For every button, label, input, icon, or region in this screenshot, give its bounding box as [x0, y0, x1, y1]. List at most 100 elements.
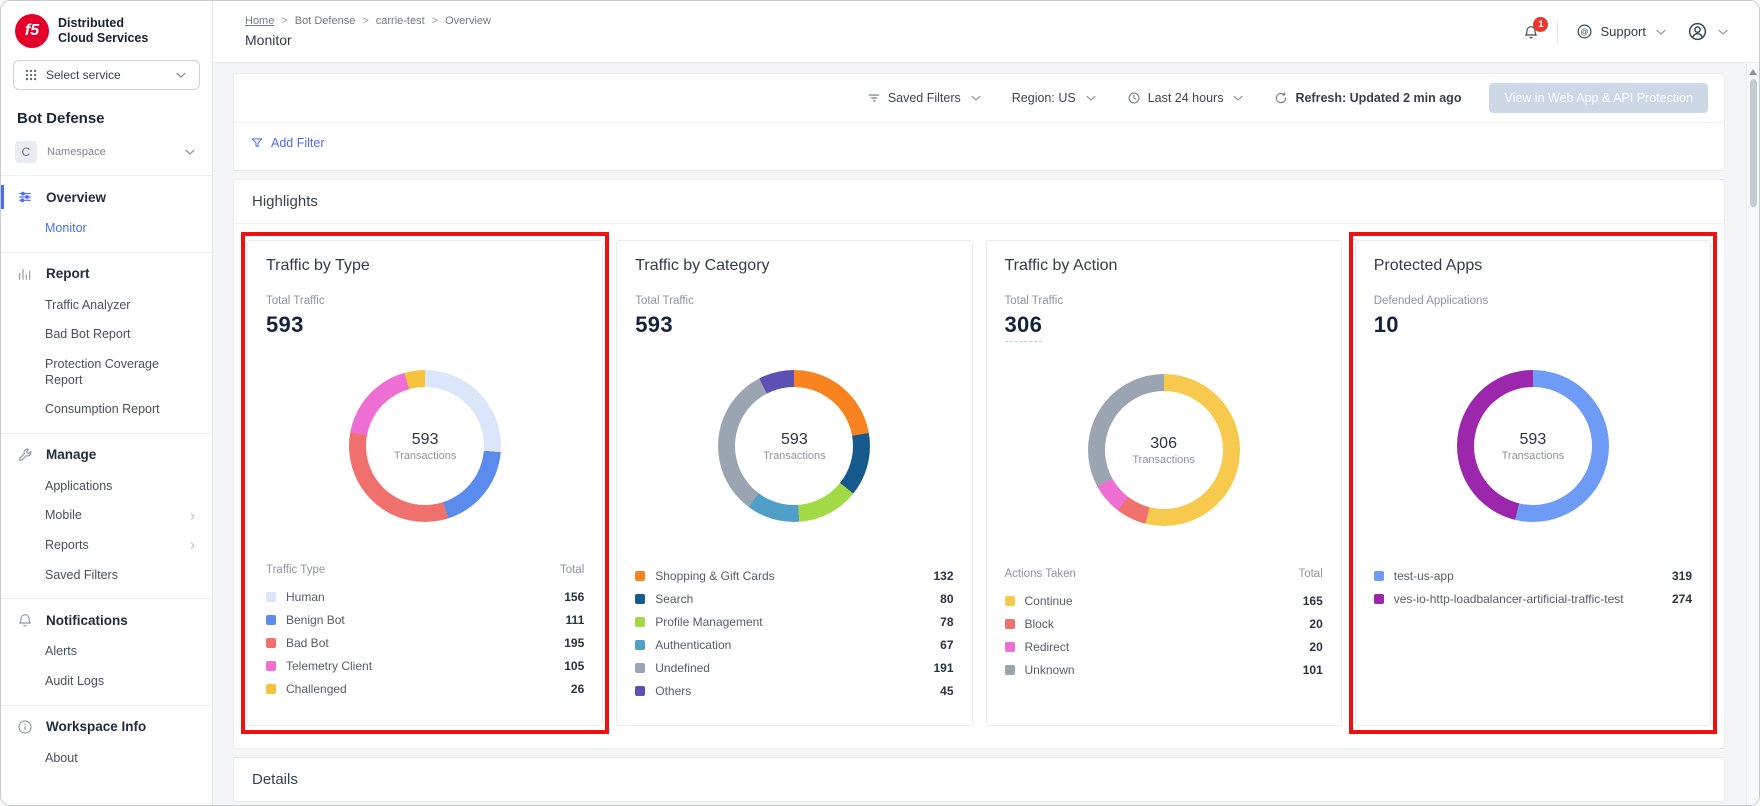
breadcrumb-item[interactable]: Bot Defense [295, 15, 356, 27]
sidebar-item-monitor[interactable]: Monitor [1, 214, 212, 244]
sidebar-item-protection-coverage-report[interactable]: Protection Coverage Report [1, 350, 212, 395]
main-area: Home>Bot Defense>carrie-test>Overview Mo… [213, 1, 1759, 805]
chevron-down-icon [1653, 24, 1669, 40]
report-icon [17, 266, 33, 282]
chevron-down-icon [1715, 24, 1731, 40]
sidebar-item-alerts[interactable]: Alerts [1, 637, 212, 667]
legend-swatch [635, 571, 645, 581]
legend-item: Undefined191 [635, 656, 953, 679]
nav-item-label: Traffic Analyzer [45, 298, 130, 314]
namespace-selector[interactable]: C Namespace [1, 139, 212, 175]
active-indicator [1, 185, 4, 209]
legend-label: Shopping & Gift Cards [655, 569, 923, 583]
sidebar-item-overview[interactable]: Overview [1, 180, 212, 214]
sidebar-item-applications[interactable]: Applications [1, 472, 212, 502]
saved-filters-dropdown[interactable]: Saved Filters [867, 90, 984, 106]
nav-section: Notifications Alerts Audit Logs [1, 598, 212, 704]
legend-swatch [266, 661, 276, 671]
nav-item-label: Bad Bot Report [45, 327, 130, 343]
legend-item: Telemetry Client105 [266, 654, 584, 677]
sidebar-item-manage[interactable]: Manage [1, 438, 212, 472]
donut-center: 593 Transactions [366, 387, 484, 505]
overview-icon [17, 189, 33, 205]
scrollbar-thumb[interactable] [1750, 79, 1757, 207]
donut-chart[interactable]: 593 Transactions [1457, 370, 1609, 522]
sidebar-item-audit-logs[interactable]: Audit Logs [1, 667, 212, 697]
nav-item-label: Audit Logs [45, 674, 104, 690]
nav-item-label: Saved Filters [45, 568, 118, 584]
legend-value: 26 [571, 682, 584, 696]
donut-center-label: Transactions [394, 450, 457, 462]
sidebar-item-traffic-analyzer[interactable]: Traffic Analyzer [1, 291, 212, 321]
breadcrumb-separator: > [432, 15, 438, 27]
scrollbar-up-arrow[interactable] [1749, 69, 1757, 75]
sidebar-item-consumption-report[interactable]: Consumption Report [1, 395, 212, 425]
funnel-icon [250, 136, 264, 150]
brand: f5 Distributed Cloud Services [1, 1, 212, 58]
metric-label: Total Traffic [266, 295, 584, 307]
highlight-cards-row: Traffic by Type Total Traffic 593 593 Tr… [234, 224, 1724, 748]
legend-label: test-us-app [1394, 569, 1662, 583]
support-menu[interactable]: @ Support [1576, 23, 1669, 40]
legend-label: Authentication [655, 638, 930, 652]
legend-item: Others45 [635, 679, 953, 702]
donut-center-label: Transactions [763, 450, 826, 462]
breadcrumb-item[interactable]: Overview [445, 15, 491, 27]
sidebar-item-bad-bot-report[interactable]: Bad Bot Report [1, 320, 212, 350]
nav-section-label: Overview [46, 190, 106, 205]
notification-badge: 1 [1533, 17, 1548, 32]
add-filter-button[interactable]: Add Filter [250, 136, 325, 150]
legend-swatch [266, 592, 276, 602]
donut-chart[interactable]: 593 Transactions [349, 370, 501, 522]
refresh-control[interactable]: Refresh: Updated 2 min ago [1274, 91, 1461, 105]
legend-swatch [1374, 594, 1384, 604]
nav-section-label: Workspace Info [46, 719, 146, 734]
sidebar-item-about[interactable]: About [1, 744, 212, 774]
nav-item-label: About [45, 751, 78, 767]
breadcrumb-separator: > [281, 15, 287, 27]
breadcrumb-item[interactable]: Home [245, 15, 274, 27]
select-service-dropdown[interactable]: Select service [13, 60, 200, 90]
sidebar-item-workspace-info[interactable]: Workspace Info [1, 710, 212, 744]
legend-item: Redirect20 [1005, 635, 1323, 658]
legend-label: ves-io-http-loadbalancer-artificial-traf… [1394, 592, 1662, 606]
sidebar-item-mobile[interactable]: Mobile [1, 501, 212, 531]
nav-section-label: Notifications [46, 613, 128, 628]
legend-swatch [266, 638, 276, 648]
nav-section: Manage Applications Mobile Reports Saved Fil… [1, 433, 212, 599]
metric-value: 306 [1005, 312, 1043, 342]
legend-label: Unknown [1025, 663, 1293, 677]
region-dropdown[interactable]: Region: US [1012, 90, 1099, 106]
nav-section: Overview Monitor [1, 175, 212, 252]
legend-label: Redirect [1025, 640, 1300, 654]
legend-item: Search80 [635, 587, 953, 610]
user-menu[interactable] [1687, 21, 1731, 42]
notifications-bell-button[interactable]: 1 [1523, 24, 1539, 40]
time-range-dropdown[interactable]: Last 24 hours [1127, 90, 1247, 106]
refresh-status: Refresh: Updated 2 min ago [1295, 91, 1461, 105]
donut-chart[interactable]: 306 Transactions [1088, 374, 1240, 526]
highlight-card: Traffic by Action Total Traffic 306 306 … [986, 240, 1342, 726]
view-in-waap-button[interactable]: View in Web App & API Protection [1489, 83, 1708, 113]
legend-item: Unknown 101 [1005, 658, 1323, 681]
breadcrumb-item[interactable]: carrie-test [376, 15, 425, 27]
chevron-down-icon [173, 67, 189, 83]
legend-item: Authentication67 [635, 633, 953, 656]
legend-item: Benign Bot111 [266, 608, 584, 631]
sidebar-item-saved-filters[interactable]: Saved Filters [1, 561, 212, 591]
legend-label: Search [655, 592, 930, 606]
sidebar-item-reports[interactable]: Reports [1, 531, 212, 561]
legend-header-right: Total [1298, 568, 1322, 580]
info-icon [17, 719, 33, 735]
legend-value: 111 [566, 613, 585, 627]
legend-swatch [1005, 619, 1015, 629]
nav-section-label: Manage [46, 447, 96, 462]
nav-item-label: Mobile [45, 508, 82, 524]
sidebar-item-notifications[interactable]: Notifications [1, 603, 212, 637]
legend-value: 101 [1303, 663, 1323, 677]
legend-label: Block [1025, 617, 1300, 631]
sidebar-item-report[interactable]: Report [1, 257, 212, 291]
donut-center: 306 Transactions [1105, 391, 1223, 509]
sidebar: f5 Distributed Cloud Services Select ser… [1, 1, 213, 805]
donut-chart[interactable]: 593 Transactions [718, 370, 870, 522]
